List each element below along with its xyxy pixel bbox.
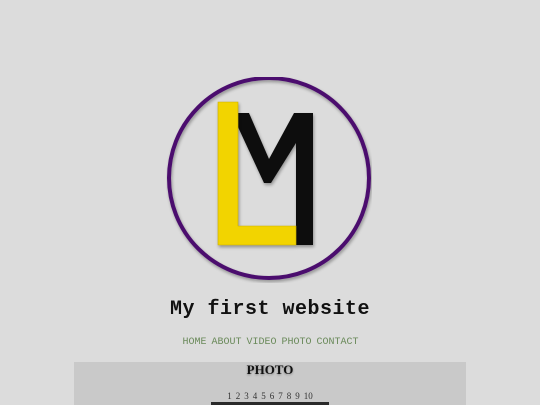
page-link[interactable]: 2 [236,391,241,401]
page-link[interactable]: 10 [304,391,313,401]
nav-video-link[interactable]: VIDEO [246,337,276,348]
page-link[interactable]: 3 [244,391,249,401]
page-link[interactable]: 1 [227,391,232,401]
content-panel: PHOTO 1 2 3 4 5 6 7 8 9 10 [74,362,466,405]
nav-contact-link[interactable]: CONTACT [317,337,359,348]
nav-about-link[interactable]: ABOUT [211,337,241,348]
page-link[interactable]: 5 [261,391,266,401]
nav-home-link[interactable]: HOME [182,337,206,348]
logo-graphic [167,77,371,280]
page-link[interactable]: 7 [278,391,283,401]
logo-letter-l [217,101,297,246]
logo-letter-m [238,113,313,245]
page-link[interactable]: 9 [295,391,300,401]
nav-photo-link[interactable]: PHOTO [282,337,312,348]
photo-pager: 1 2 3 4 5 6 7 8 9 10 [74,391,466,401]
page-link[interactable]: 4 [253,391,258,401]
section-title: PHOTO [246,362,294,377]
page-link[interactable]: 8 [287,391,292,401]
site-title: My first website [169,298,371,321]
site-logo [166,77,372,283]
main-nav: HOME ABOUT VIDEO PHOTO CONTACT [0,337,540,348]
page-link[interactable]: 6 [270,391,275,401]
